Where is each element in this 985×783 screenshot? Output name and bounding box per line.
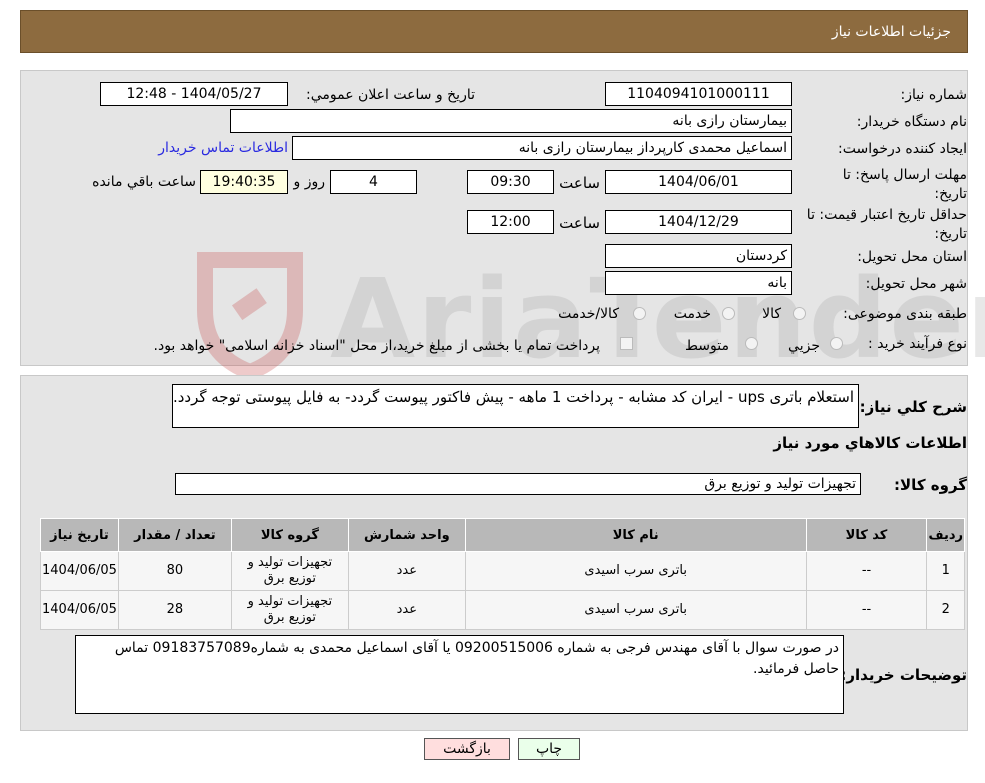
cell-group: تجهیزات تولید و توزیع برق (230, 551, 349, 591)
treasury-checkbox[interactable] (620, 337, 633, 350)
cell-code: -- (805, 551, 928, 591)
announce-label: تاریخ و ساعت اعلان عمومي: (306, 87, 475, 103)
category-option-both: کالا/خدمت (558, 306, 619, 322)
creator-label: ایجاد کننده درخواست: (838, 141, 967, 157)
col-header-unit: واحد شمارش (347, 518, 466, 552)
print-button[interactable]: چاپ (518, 738, 580, 760)
buyer-org-label: نام دستگاه خریدار: (856, 114, 967, 130)
days-field: 4 (330, 170, 417, 194)
cell-row: 1 (926, 551, 965, 591)
price-time-label: ساعت (559, 214, 600, 232)
buyer-contact-link[interactable]: اطلاعات تماس خریدار (158, 140, 288, 156)
goods-table: ردیف کد کالا نام کالا واحد شمارش گروه کا… (40, 518, 965, 630)
cell-unit: عدد (347, 590, 466, 630)
city-field: بانه (605, 271, 792, 295)
page-title: جزئیات اطلاعات نیاز (831, 24, 951, 40)
process-note: پرداخت تمام یا بخشی از مبلغ خرید،از محل … (153, 338, 600, 354)
col-header-date: تاریخ نیاز (40, 518, 119, 552)
days-label: روز و (293, 174, 326, 190)
announce-field: 1404/05/27 - 12:48 (100, 82, 288, 106)
category-label: طبقه بندی موضوعی: (843, 306, 967, 322)
process-radio-medium[interactable] (745, 337, 758, 350)
city-label: شهر محل تحویل: (865, 276, 967, 292)
cell-date: 1404/06/05 (40, 590, 119, 630)
category-option-service: خدمت (673, 306, 711, 322)
col-header-qty: تعداد / مقدار (117, 518, 232, 552)
remaining-time-field: 19:40:35 (200, 170, 288, 194)
reply-deadline-label: مهلت ارسال پاسخ: تا تاریخ: (842, 167, 967, 202)
category-radio-both[interactable] (633, 307, 646, 320)
process-option-minor: جزيي (788, 338, 820, 354)
table-row: 2 -- باتری سرب اسیدی عدد تجهیزات تولید و… (40, 590, 965, 630)
buyer-notes-textarea[interactable]: در صورت سوال با آقای مهندس فرجی به شماره… (75, 635, 844, 714)
reply-time-label: ساعت (559, 174, 600, 192)
remaining-label: ساعت باقي مانده (92, 174, 196, 190)
description-label: شرح کلي نیاز: (859, 398, 967, 416)
cell-row: 2 (926, 590, 965, 630)
cell-qty: 80 (117, 551, 232, 591)
price-time-field: 12:00 (467, 210, 554, 234)
price-date-field: 1404/12/29 (605, 210, 792, 234)
cell-date: 1404/06/05 (40, 551, 119, 591)
price-validity-label: حداقل تاریخ اعتبار قیمت: تا تاریخ: (806, 207, 967, 242)
table-row: 1 -- باتری سرب اسیدی عدد تجهیزات تولید و… (40, 551, 965, 591)
reply-time-field: 09:30 (467, 170, 554, 194)
need-number-field: 1104094101000111 (605, 82, 792, 106)
back-button[interactable]: بازگشت (424, 738, 510, 760)
cell-name: باتری سرب اسیدی (464, 551, 807, 591)
category-radio-goods[interactable] (793, 307, 806, 320)
cell-unit: عدد (347, 551, 466, 591)
cell-code: -- (805, 590, 928, 630)
need-number-label: شماره نیاز: (900, 87, 968, 103)
watermark-shield-icon (197, 252, 303, 375)
process-label: نوع فرآیند خرید : (868, 336, 967, 352)
category-radio-service[interactable] (722, 307, 735, 320)
page-header: جزئیات اطلاعات نیاز (20, 10, 968, 53)
col-header-row: ردیف (926, 518, 965, 552)
goods-info-title: اطلاعات کالاهاي مورد نیاز (773, 434, 967, 452)
goods-group-field: تجهیزات تولید و توزیع برق (175, 473, 861, 495)
reply-date-field: 1404/06/01 (605, 170, 792, 194)
cell-qty: 28 (117, 590, 232, 630)
description-textarea[interactable]: استعلام باتری ups - ایران کد مشابه - پرد… (172, 384, 859, 428)
process-radio-minor[interactable] (830, 337, 843, 350)
province-label: استان محل تحویل: (857, 249, 967, 265)
buyer-notes-label: توضیحات خریدار: (840, 666, 967, 684)
cell-name: باتری سرب اسیدی (464, 590, 807, 630)
province-field: کردستان (605, 244, 792, 268)
process-option-medium: متوسط (685, 338, 729, 354)
buyer-org-field: بیمارستان رازی بانه (230, 109, 792, 133)
cell-group: تجهیزات تولید و توزیع برق (230, 590, 349, 630)
category-option-goods: کالا (762, 306, 781, 322)
creator-field: اسماعیل محمدی کارپرداز بیمارستان رازی با… (292, 136, 792, 160)
col-header-name: نام کالا (464, 518, 807, 552)
col-header-code: کد کالا (805, 518, 928, 552)
goods-group-label: گروه کالا: (894, 476, 967, 494)
col-header-group: گروه کالا (230, 518, 349, 552)
